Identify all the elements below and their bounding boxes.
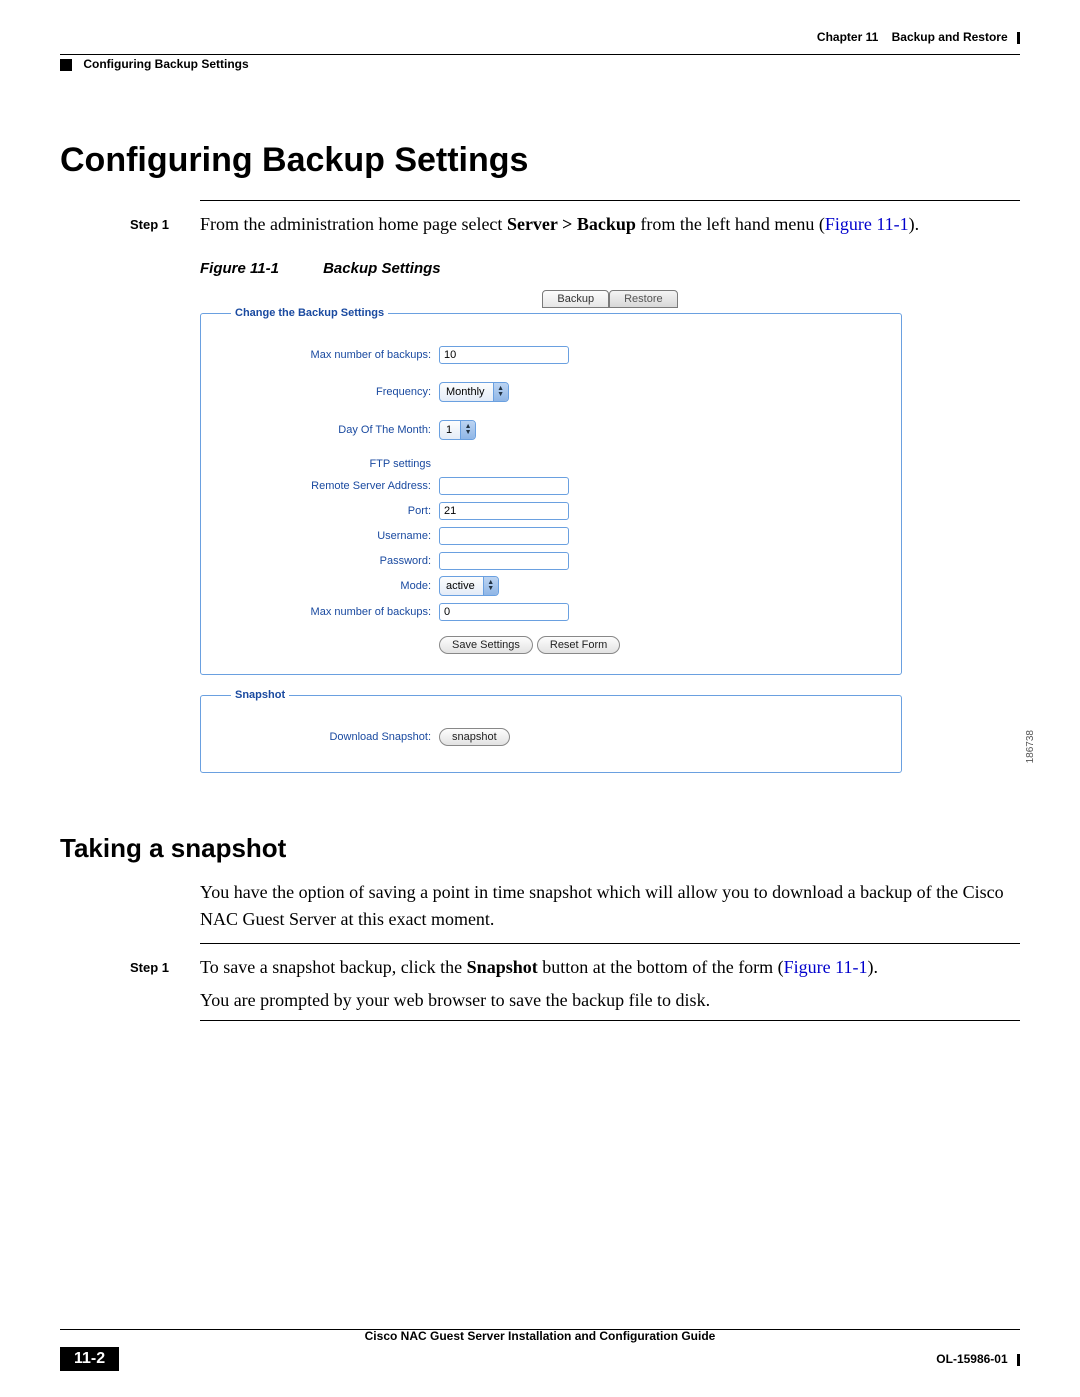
username-input[interactable] (439, 527, 569, 545)
label-mode: Mode: (231, 580, 439, 592)
tab-backup[interactable]: Backup (542, 290, 609, 308)
panel-legend: Change the Backup Settings (231, 307, 388, 319)
page-number: 11-2 (60, 1347, 119, 1371)
tab-restore[interactable]: Restore (609, 290, 678, 308)
divider (200, 943, 1020, 944)
frequency-select[interactable]: Monthly ▲▼ (439, 382, 509, 402)
step-label: Step 1 (130, 954, 200, 1014)
running-header: Chapter 11 Backup and Restore (60, 30, 1020, 55)
label-max-backups: Max number of backups: (231, 349, 439, 361)
divider (200, 1020, 1020, 1021)
header-bar-icon (1017, 32, 1020, 44)
panel-legend: Snapshot (231, 689, 289, 701)
figure-id: 186738 (1025, 730, 1036, 763)
chapter-label: Chapter 11 (817, 30, 878, 44)
figure-ref-link[interactable]: Figure 11-1 (825, 214, 909, 234)
remote-addr-input[interactable] (439, 477, 569, 495)
doc-title: Cisco NAC Guest Server Installation and … (60, 1329, 1020, 1343)
square-icon (60, 59, 72, 71)
label-username: Username: (231, 530, 439, 542)
label-ftp-settings: FTP settings (231, 458, 439, 470)
max-backups-2-input[interactable] (439, 603, 569, 621)
label-port: Port: (231, 505, 439, 517)
mode-select[interactable]: active ▲▼ (439, 576, 499, 596)
step-body: From the administration home page select… (200, 211, 1020, 238)
label-password: Password: (231, 555, 439, 567)
subsection-title: Taking a snapshot (60, 833, 1020, 864)
label-remote-addr: Remote Server Address: (231, 480, 439, 492)
page-footer: Cisco NAC Guest Server Installation and … (60, 1329, 1020, 1371)
step-body: To save a snapshot backup, click the Sna… (200, 954, 1020, 1014)
step-row: Step 1 From the administration home page… (130, 211, 1020, 238)
updown-icon: ▲▼ (483, 577, 498, 595)
step-label: Step 1 (130, 211, 200, 238)
step-row: Step 1 To save a snapshot backup, click … (130, 954, 1020, 1014)
day-of-month-select[interactable]: 1 ▲▼ (439, 420, 476, 440)
save-settings-button[interactable]: Save Settings (439, 636, 533, 654)
label-frequency: Frequency: (231, 386, 439, 398)
updown-icon: ▲▼ (493, 383, 508, 401)
snapshot-button[interactable]: snapshot (439, 728, 510, 746)
section-label: Configuring Backup Settings (83, 57, 248, 71)
snapshot-panel: Snapshot Download Snapshot: snapshot (200, 689, 902, 773)
label-max-backups-2: Max number of backups: (231, 606, 439, 618)
backup-settings-panel: Change the Backup Settings Max number of… (200, 307, 902, 675)
figure-ref-link[interactable]: Figure 11-1 (784, 957, 868, 977)
figure-caption: Figure 11-1 Backup Settings (200, 260, 1020, 277)
divider (200, 200, 1020, 201)
chapter-title: Backup and Restore (892, 30, 1008, 44)
footer-bar-icon (1017, 1354, 1020, 1366)
reset-form-button[interactable]: Reset Form (537, 636, 620, 654)
doc-id: OL-15986-01 (936, 1352, 1007, 1366)
password-input[interactable] (439, 552, 569, 570)
updown-icon: ▲▼ (460, 421, 475, 439)
label-download-snapshot: Download Snapshot: (231, 731, 439, 743)
figure: BackupRestore Change the Backup Settings… (200, 289, 1020, 773)
port-input[interactable] (439, 502, 569, 520)
page-title: Configuring Backup Settings (60, 141, 1020, 180)
body-paragraph: You have the option of saving a point in… (200, 879, 1020, 933)
label-day-of-month: Day Of The Month: (231, 424, 439, 436)
max-backups-input[interactable] (439, 346, 569, 364)
